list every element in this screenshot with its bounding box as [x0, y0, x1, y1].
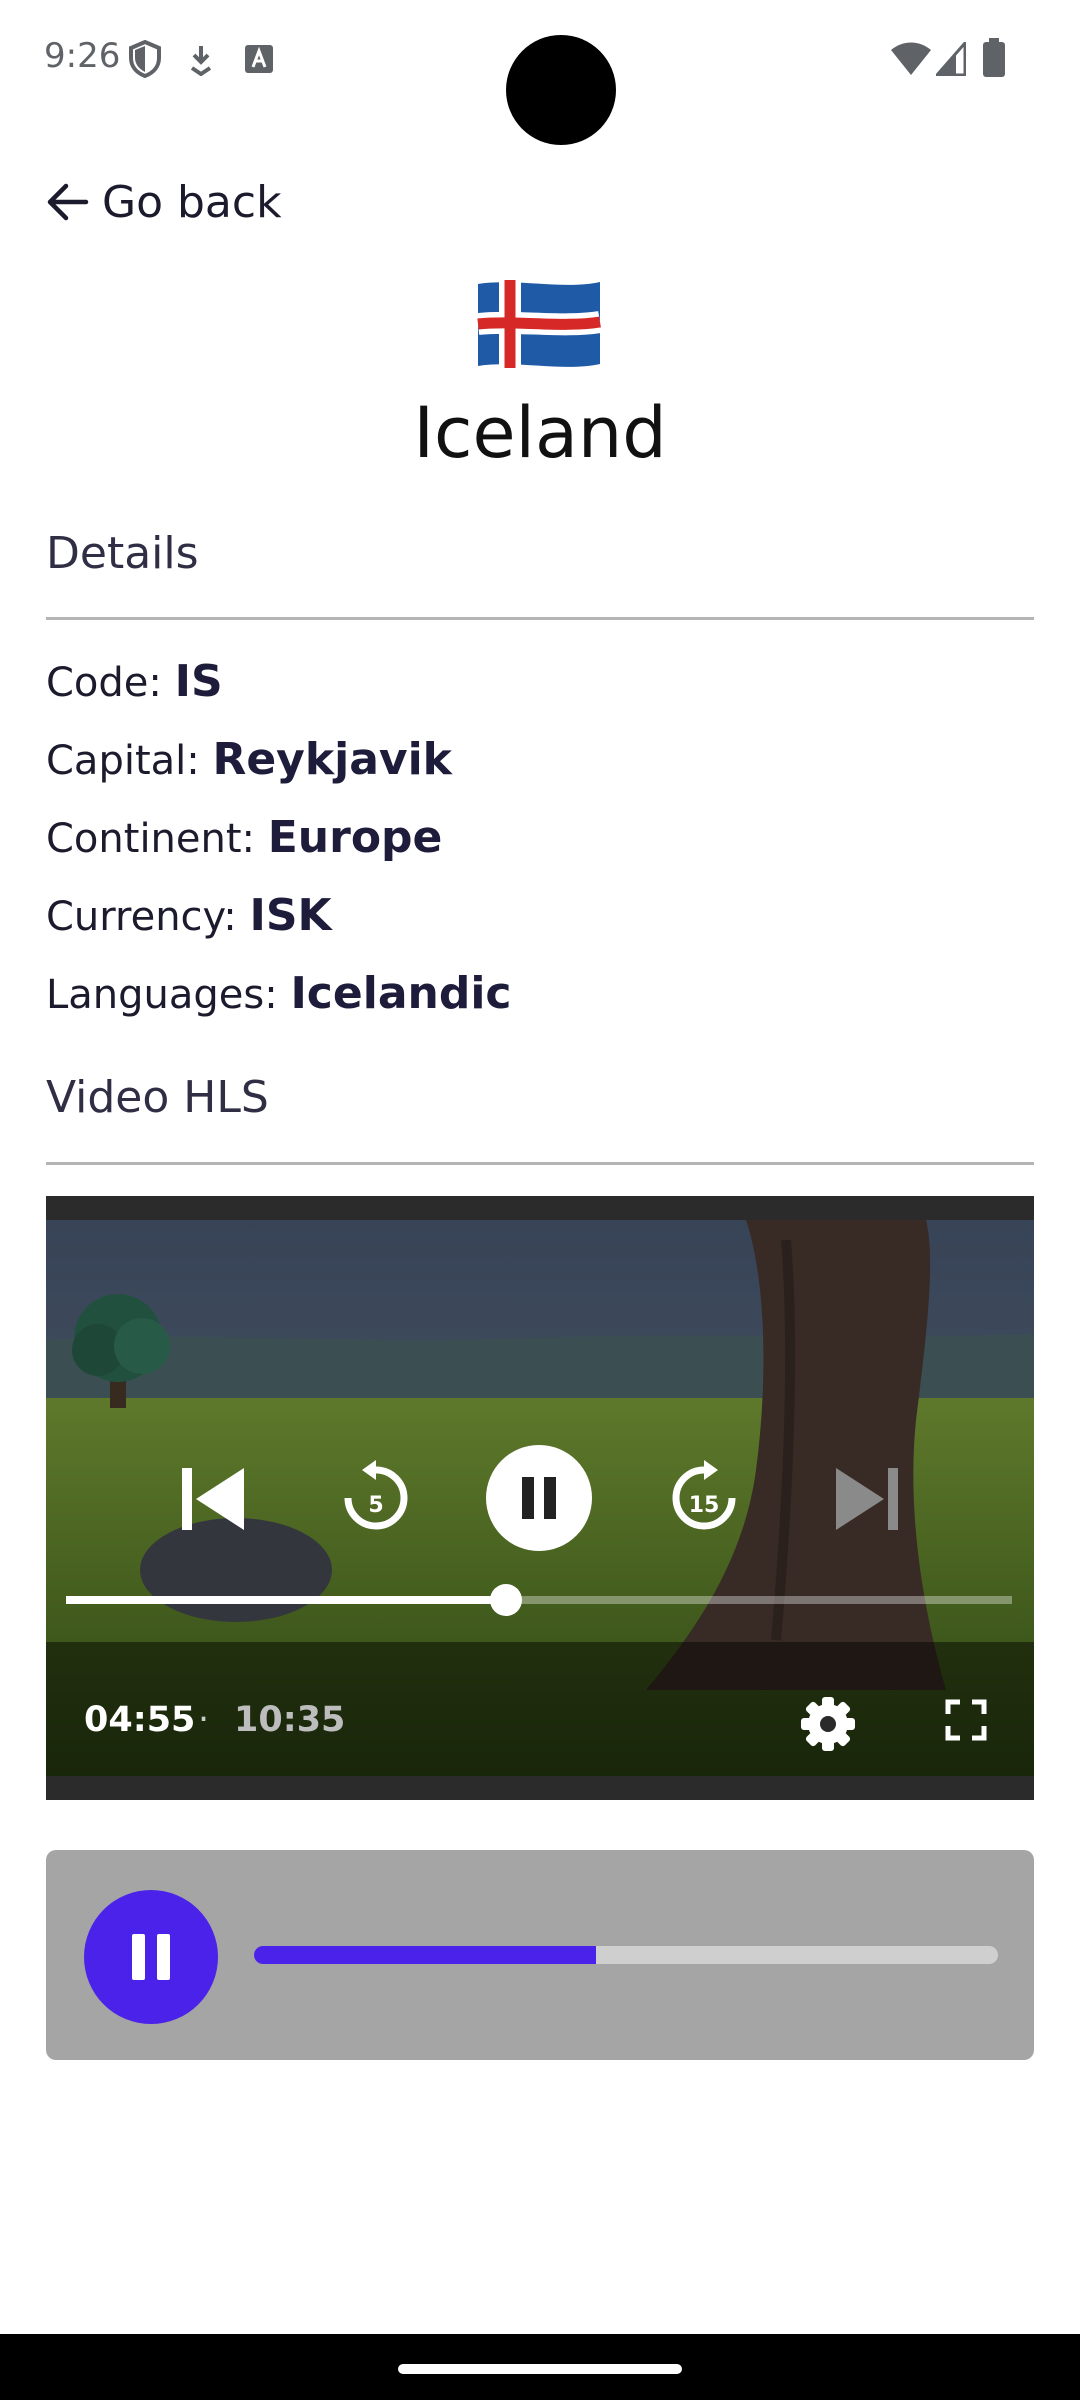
skip-previous-icon[interactable] — [178, 1464, 248, 1534]
detail-capital-value: Reykjavik — [212, 734, 452, 785]
video-pause-button[interactable] — [486, 1445, 592, 1551]
pause-icon — [522, 1477, 556, 1519]
replay-5-icon[interactable]: 5 — [336, 1458, 416, 1538]
go-back-label: Go back — [102, 176, 282, 228]
pause-icon — [132, 1934, 170, 1980]
detail-currency-label: Currency: — [46, 894, 250, 940]
settings-gear-icon[interactable] — [800, 1696, 856, 1752]
details-heading: Details — [46, 528, 199, 579]
status-time: 9:26 — [44, 36, 121, 76]
video-divider — [46, 1162, 1034, 1165]
detail-code: Code: IS — [46, 656, 223, 707]
battery-icon — [983, 38, 1005, 77]
go-back-link[interactable]: Go back — [46, 170, 282, 234]
video-duration: 10:35 — [234, 1700, 346, 1740]
shield-icon — [129, 40, 161, 78]
video-seek-progress — [66, 1596, 506, 1604]
detail-languages: Languages: Icelandic — [46, 968, 512, 1019]
arrow-left-icon — [47, 183, 89, 221]
video-heading: Video HLS — [46, 1072, 269, 1123]
forward-15-icon[interactable]: 15 — [664, 1458, 744, 1538]
video-time-separator: · — [198, 1700, 210, 1740]
detail-currency: Currency: ISK — [46, 890, 332, 941]
audio-progress-fill — [254, 1946, 596, 1964]
video-current-time: 04:55 — [84, 1700, 196, 1740]
detail-continent: Continent: Europe — [46, 812, 442, 863]
details-divider — [46, 617, 1034, 620]
skip-next-icon[interactable] — [832, 1464, 902, 1534]
audio-pause-button[interactable] — [84, 1890, 218, 2024]
screen: 9:26 Go back Iceland Details Code: IS Ca… — [0, 0, 1080, 2400]
status-bar: 9:26 — [0, 0, 1080, 145]
detail-currency-value: ISK — [249, 890, 332, 941]
detail-languages-value: Icelandic — [290, 968, 512, 1019]
detail-languages-label: Languages: — [46, 972, 291, 1018]
download-icon — [190, 46, 212, 76]
signal-icon — [936, 42, 966, 76]
country-name: Iceland — [413, 392, 667, 474]
detail-continent-value: Europe — [267, 812, 443, 863]
detail-continent-label: Continent: — [46, 816, 268, 862]
home-gesture-bar[interactable] — [398, 2364, 682, 2374]
fullscreen-icon[interactable] — [944, 1698, 988, 1742]
replay-seconds-label: 5 — [368, 1493, 383, 1518]
camera-cutout — [506, 35, 616, 145]
wifi-icon — [891, 42, 931, 75]
translate-icon — [245, 45, 273, 73]
detail-capital-label: Capital: — [46, 738, 213, 784]
detail-code-label: Code: — [46, 660, 175, 706]
detail-capital: Capital: Reykjavik — [46, 734, 452, 785]
forward-seconds-label: 15 — [689, 1493, 720, 1518]
detail-code-value: IS — [174, 656, 223, 707]
iceland-flag-icon — [476, 280, 602, 368]
video-seek-thumb[interactable] — [490, 1584, 522, 1616]
